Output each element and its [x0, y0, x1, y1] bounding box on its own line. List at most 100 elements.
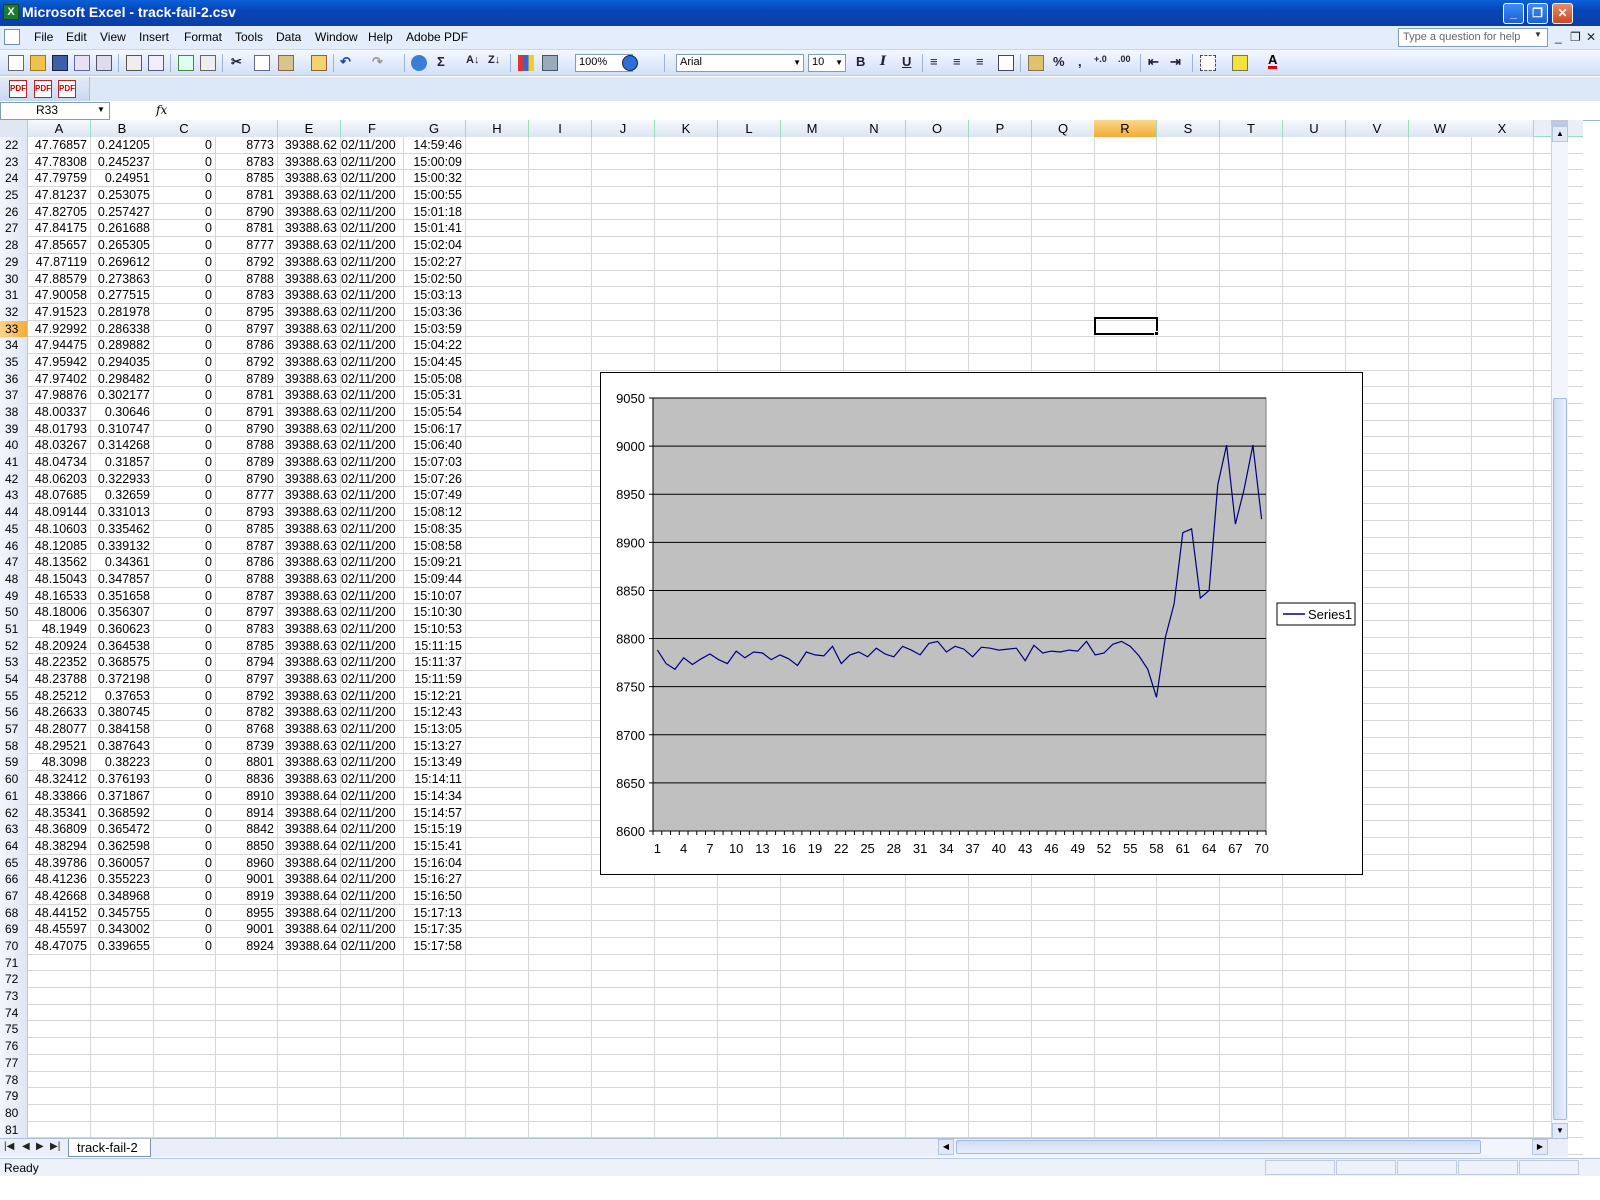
cell[interactable]: 02/11/200: [341, 353, 404, 371]
cell[interactable]: 02/11/200: [341, 137, 404, 154]
cell[interactable]: [1471, 353, 1534, 371]
cell[interactable]: 47.78308: [28, 153, 91, 171]
cell[interactable]: [1220, 253, 1283, 271]
cell[interactable]: [1409, 1071, 1472, 1089]
cell[interactable]: [906, 170, 969, 188]
cell[interactable]: 0: [153, 554, 216, 571]
cell[interactable]: [529, 754, 592, 772]
cell[interactable]: [655, 220, 718, 238]
cell[interactable]: [655, 303, 718, 321]
cell[interactable]: [1471, 554, 1534, 571]
cell[interactable]: [529, 420, 592, 438]
merge-center-icon[interactable]: [998, 55, 1014, 71]
cell[interactable]: [215, 954, 278, 972]
cell[interactable]: 39388.63: [278, 771, 341, 788]
cell[interactable]: [655, 187, 718, 204]
cell[interactable]: [1094, 1038, 1157, 1055]
cell[interactable]: 0: [153, 287, 216, 304]
cell[interactable]: 0: [153, 187, 216, 204]
cell[interactable]: [969, 904, 1032, 922]
cell[interactable]: [466, 454, 529, 471]
cell[interactable]: 39388.64: [278, 887, 341, 905]
cell[interactable]: [1409, 1088, 1472, 1105]
cell[interactable]: [529, 337, 592, 354]
cell[interactable]: [781, 954, 844, 972]
chevron-down-icon[interactable]: ▼: [97, 105, 105, 114]
cell[interactable]: [781, 1038, 844, 1055]
cell[interactable]: [1032, 1054, 1095, 1072]
cell[interactable]: [466, 270, 529, 288]
cell[interactable]: 15:02:04: [403, 237, 466, 254]
cell[interactable]: 0.257427: [91, 203, 154, 221]
cell[interactable]: [1220, 203, 1283, 221]
cell[interactable]: [1409, 604, 1472, 621]
cell[interactable]: [1471, 370, 1534, 388]
cell[interactable]: [1471, 821, 1534, 838]
cell[interactable]: [1094, 938, 1157, 955]
cell[interactable]: [1409, 904, 1472, 922]
cell[interactable]: [1471, 737, 1534, 755]
cell[interactable]: 8783: [215, 287, 278, 304]
cell[interactable]: [1220, 187, 1283, 204]
cell[interactable]: [215, 1021, 278, 1039]
cell[interactable]: [1032, 153, 1095, 171]
menu-insert[interactable]: Insert: [139, 30, 169, 44]
cell[interactable]: [341, 988, 404, 1005]
cell[interactable]: 39388.64: [278, 787, 341, 805]
cell[interactable]: [1346, 220, 1409, 238]
cell[interactable]: [1094, 353, 1157, 371]
cell[interactable]: [1157, 1104, 1220, 1122]
cell[interactable]: [1471, 454, 1534, 471]
cell[interactable]: [1157, 170, 1220, 188]
cell[interactable]: 0.345755: [91, 904, 154, 922]
save-icon[interactable]: [52, 55, 68, 71]
cell[interactable]: [781, 137, 844, 154]
cell[interactable]: [1409, 487, 1472, 505]
cell[interactable]: [781, 904, 844, 922]
cell[interactable]: [655, 887, 718, 905]
cell[interactable]: [215, 1071, 278, 1089]
cell[interactable]: [466, 671, 529, 688]
cell[interactable]: 02/11/200: [341, 671, 404, 688]
cell[interactable]: [718, 1054, 781, 1072]
cell[interactable]: 8777: [215, 487, 278, 505]
cell[interactable]: [655, 270, 718, 288]
cell[interactable]: 0: [153, 170, 216, 188]
next-sheet-icon[interactable]: ▶: [36, 1141, 44, 1152]
copy-icon[interactable]: [254, 55, 270, 71]
cell[interactable]: [403, 1038, 466, 1055]
cell[interactable]: [1094, 904, 1157, 922]
cell[interactable]: 0.265305: [91, 237, 154, 254]
cell[interactable]: [1283, 320, 1346, 338]
cell[interactable]: 48.25212: [28, 687, 91, 705]
cell[interactable]: 0.32659: [91, 487, 154, 505]
cell[interactable]: [403, 1071, 466, 1089]
cell[interactable]: 39388.64: [278, 854, 341, 872]
cell[interactable]: 0: [153, 320, 216, 338]
cell[interactable]: 02/11/200: [341, 420, 404, 438]
vertical-split-box[interactable]: [1551, 120, 1568, 126]
cell[interactable]: [1220, 988, 1283, 1005]
cell[interactable]: [28, 1038, 91, 1055]
cell[interactable]: [1283, 137, 1346, 154]
cell[interactable]: [906, 137, 969, 154]
cell[interactable]: 15:16:04: [403, 854, 466, 872]
cell[interactable]: [529, 821, 592, 838]
cell[interactable]: [1283, 1088, 1346, 1105]
cell[interactable]: [1409, 1104, 1472, 1122]
cell[interactable]: 02/11/200: [341, 704, 404, 722]
cell[interactable]: 15:02:50: [403, 270, 466, 288]
cell[interactable]: [1471, 871, 1534, 888]
cell[interactable]: [592, 1088, 655, 1105]
cell[interactable]: 15:08:12: [403, 504, 466, 521]
cell[interactable]: 02/11/200: [341, 270, 404, 288]
cell[interactable]: [718, 253, 781, 271]
cell[interactable]: [1409, 854, 1472, 872]
cell[interactable]: [529, 520, 592, 538]
cell[interactable]: [1346, 303, 1409, 321]
cell[interactable]: [781, 1054, 844, 1072]
cell[interactable]: [969, 938, 1032, 955]
cell[interactable]: 15:16:50: [403, 887, 466, 905]
cell[interactable]: [466, 187, 529, 204]
cell[interactable]: [592, 137, 655, 154]
